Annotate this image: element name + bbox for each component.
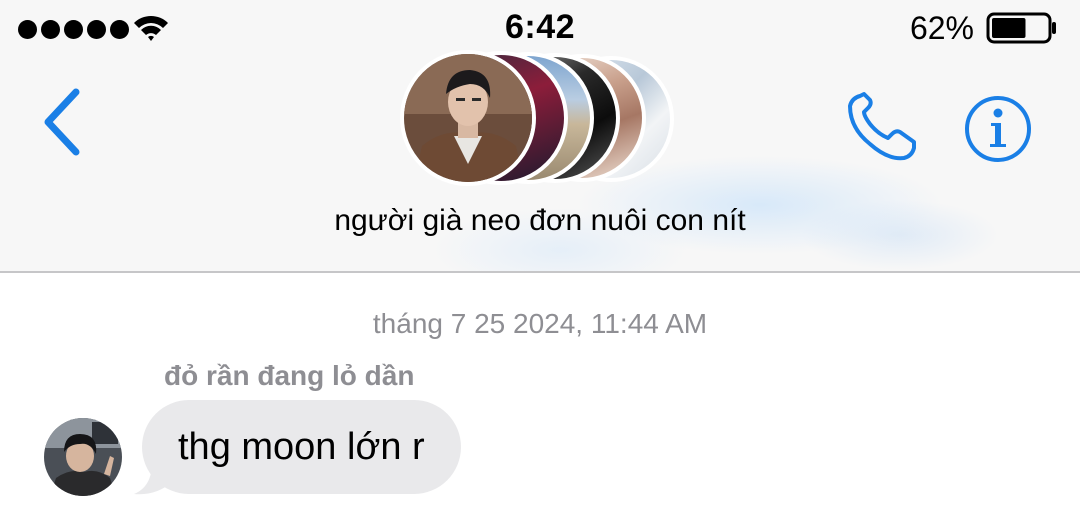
group-avatar-stack[interactable]	[398, 50, 688, 186]
back-button[interactable]	[38, 86, 90, 158]
header-divider	[0, 271, 1080, 273]
person-photo	[404, 54, 532, 182]
info-button[interactable]	[963, 94, 1033, 164]
battery-icon	[986, 12, 1056, 44]
sender-photo	[44, 418, 122, 496]
battery-percentage: 62%	[909, 10, 974, 46]
group-member-avatar-primary	[400, 50, 536, 186]
call-button[interactable]	[842, 90, 918, 166]
message-bubble-group: thg moon lớn r	[132, 400, 492, 496]
phone-icon	[848, 92, 916, 161]
sender-avatar[interactable]	[44, 418, 122, 496]
sender-name: đỏ rần đang lỏ dần	[164, 360, 415, 391]
status-bar: 6:42 62%	[0, 0, 1080, 56]
message-bubble[interactable]: thg moon lớn r	[142, 400, 461, 494]
messages-screen: 6:42 62% người già neo đơn nuôi con nít …	[0, 0, 1080, 516]
message-timestamp: tháng 7 25 2024, 11:44 AM	[372, 308, 708, 339]
chevron-left-icon	[44, 88, 80, 156]
group-name[interactable]: người già neo đơn nuôi con nít	[0, 204, 1080, 238]
info-icon	[965, 96, 1031, 162]
